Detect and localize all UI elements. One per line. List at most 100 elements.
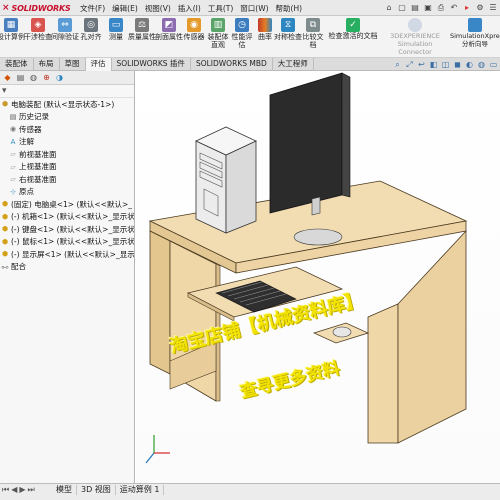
- options-icon[interactable]: ☰: [488, 3, 498, 13]
- view-orientation-icon[interactable]: ◫: [441, 59, 450, 70]
- desk-right-panel: [367, 303, 399, 444]
- pin-icon[interactable]: ⌂: [384, 3, 394, 13]
- 3dexperience-icon: [408, 18, 422, 32]
- feature-tree-tab-icon[interactable]: ◆: [2, 73, 13, 83]
- sensor-icon: ◉: [187, 18, 201, 32]
- design-study-button[interactable]: ▦ 设计算例: [0, 18, 25, 41]
- tab-motion-study[interactable]: 运动算例 1: [116, 485, 165, 495]
- tree-root-label: 电脑装配 (默认<显示状态-1>): [11, 99, 115, 109]
- search-icon[interactable]: ⌕: [393, 59, 402, 70]
- tab-layout[interactable]: 布局: [34, 58, 60, 71]
- experience-connector-button[interactable]: 3DEXPERIENCE Simulation Connector: [382, 18, 448, 56]
- undo-icon[interactable]: ↶: [449, 3, 459, 13]
- sensor-button[interactable]: ◉ 传感器: [182, 18, 206, 41]
- performance-evaluation-button[interactable]: ◷ 性能评估: [230, 18, 254, 49]
- section-view-icon[interactable]: ◧: [429, 59, 438, 70]
- tree-item-label: 右视基准面: [19, 174, 57, 184]
- display-style-icon[interactable]: ◼: [453, 59, 462, 70]
- tree-item-origin[interactable]: ⊹ 原点: [1, 186, 134, 199]
- menu-view[interactable]: 视图(V): [145, 3, 171, 14]
- tree-filter[interactable]: ▾: [0, 85, 134, 98]
- scene-icon[interactable]: ▭: [489, 59, 498, 70]
- tree-item-sensors[interactable]: ◉ 传感器: [1, 123, 134, 136]
- tab-engineer[interactable]: 大工程师: [273, 58, 314, 71]
- tree-item-monitor[interactable]: ⬢ (-) 显示屏<1> (默认<<默认>_显示: [1, 248, 134, 261]
- tab-addins[interactable]: SOLIDWORKS 插件: [112, 58, 191, 71]
- tree-item-keyboard[interactable]: ⬢ (-) 键盘<1> (默认<<默认>_显示状: [1, 223, 134, 236]
- prev-tab-icon[interactable]: ◀: [11, 485, 17, 495]
- tree-item-front-plane[interactable]: ▱ 前视基准面: [1, 148, 134, 161]
- print-icon[interactable]: ⎙: [436, 3, 446, 13]
- tab-assembly[interactable]: 装配体: [0, 58, 34, 71]
- menu-window[interactable]: 窗口(W): [240, 3, 268, 14]
- tab-model[interactable]: 模型: [52, 485, 77, 495]
- tab-scroll-buttons: ⏮ ◀ ▶ ⏭: [2, 485, 35, 495]
- section-properties-button[interactable]: ◩ 剖面属性: [155, 18, 183, 41]
- assembly-icon: ⬢: [1, 100, 9, 109]
- menu-tools[interactable]: 工具(T): [208, 3, 233, 14]
- tree-item-top-plane[interactable]: ▱ 上视基准面: [1, 161, 134, 174]
- first-tab-icon[interactable]: ⏮: [2, 485, 9, 495]
- interference-check-button[interactable]: ◈ 干涉检查: [24, 18, 52, 41]
- annotation-icon: A: [10, 137, 16, 146]
- mass-properties-icon: ⚖: [135, 18, 149, 32]
- next-tab-icon[interactable]: ▶: [19, 485, 25, 495]
- monitor-screen[interactable]: [269, 72, 343, 214]
- dimxpert-tab-icon[interactable]: ⊕: [41, 73, 52, 83]
- rebuild-icon[interactable]: ⚙: [475, 3, 485, 13]
- clearance-label: 间隙验证: [51, 33, 79, 41]
- display-manager-tab-icon[interactable]: ◑: [54, 73, 65, 83]
- previous-view-icon[interactable]: ↩: [417, 59, 426, 70]
- simulationxpress-button[interactable]: SimulationXpress 分析向导: [450, 18, 500, 48]
- configuration-tab-icon[interactable]: ◍: [28, 73, 39, 83]
- tree-item-label: (-) 键盘<1> (默认<<默认>_显示状: [11, 224, 134, 234]
- check-active-doc-button[interactable]: ✓ 检查激活的文档: [324, 18, 382, 40]
- menu-edit[interactable]: 编辑(E): [112, 3, 138, 14]
- tree-item-desk[interactable]: ⬢ (固定) 电脑桌<1> (默认<<默认>_: [1, 198, 134, 211]
- menu-help[interactable]: 帮助(H): [276, 3, 303, 14]
- monitor-stand-neck: [311, 196, 321, 216]
- menu-insert[interactable]: 插入(I): [178, 3, 201, 14]
- measure-button[interactable]: ▭ 测量: [104, 18, 128, 41]
- tree-item-history[interactable]: ▤ 历史记录: [1, 111, 134, 124]
- mouse[interactable]: [332, 326, 352, 338]
- monitor-stand-base: [293, 228, 343, 246]
- tab-mbd[interactable]: SOLIDWORKS MBD: [191, 58, 273, 71]
- hide-show-icon[interactable]: ◐: [465, 59, 474, 70]
- tab-evaluate[interactable]: 评估: [85, 58, 112, 71]
- tree-item-label: (-) 鼠标<1> (默认<<默认>_显示状: [11, 237, 134, 247]
- symmetry-check-button[interactable]: ⧖ 对称检查: [274, 18, 302, 41]
- mass-properties-button[interactable]: ⚖ 质量属性: [128, 18, 156, 41]
- experience-label: 3DEXPERIENCE Simulation Connector: [390, 32, 440, 56]
- tree-item-case[interactable]: ⬢ (-) 机箱<1> (默认<<默认>_显示状: [1, 211, 134, 224]
- select-icon[interactable]: ▸: [462, 3, 472, 13]
- assembly-visualization-icon: ▥: [211, 18, 225, 32]
- tree-item-mouse[interactable]: ⬢ (-) 鼠标<1> (默认<<默认>_显示状: [1, 236, 134, 249]
- tree-item-label: 前视基准面: [19, 149, 57, 159]
- history-icon: ▤: [9, 112, 17, 121]
- assembly-visualization-button[interactable]: ▥ 装配体直观: [206, 18, 230, 49]
- model-render: [145, 72, 468, 464]
- app-logo[interactable]: ⨯ SOLIDWORKS: [2, 1, 80, 15]
- clearance-check-button[interactable]: ⇔ 间隙验证: [51, 18, 79, 41]
- tab-3d-view[interactable]: 3D 视图: [77, 485, 116, 495]
- graphics-area[interactable]: [136, 71, 500, 483]
- tree-item-label: (-) 显示屏<1> (默认<<默认>_显示: [11, 249, 134, 259]
- tab-sketch[interactable]: 草图: [60, 58, 86, 71]
- property-manager-tab-icon[interactable]: ▤: [15, 73, 26, 83]
- hole-align-button[interactable]: ◎ 孔对齐: [79, 18, 103, 41]
- last-tab-icon[interactable]: ⏭: [28, 485, 35, 495]
- tree-item-annotations[interactable]: A 注解: [1, 136, 134, 149]
- zoom-fit-icon[interactable]: ⤢: [405, 59, 414, 70]
- tree-item-right-plane[interactable]: ▱ 右视基准面: [1, 173, 134, 186]
- tree-item-mates[interactable]: ⧟ 配合: [1, 261, 134, 274]
- design-study-label: 设计算例: [0, 33, 25, 41]
- menu-file[interactable]: 文件(F): [80, 3, 105, 14]
- design-study-icon: ▦: [4, 18, 18, 32]
- appearance-icon[interactable]: ◍: [477, 59, 486, 70]
- save-icon[interactable]: ▣: [423, 3, 433, 13]
- tree-root[interactable]: ⬢ 电脑装配 (默认<显示状态-1>): [1, 98, 134, 111]
- compare-documents-button[interactable]: ⧉ 比较文档: [301, 18, 325, 49]
- new-doc-icon[interactable]: ▢: [397, 3, 407, 13]
- open-icon[interactable]: ▤: [410, 3, 420, 13]
